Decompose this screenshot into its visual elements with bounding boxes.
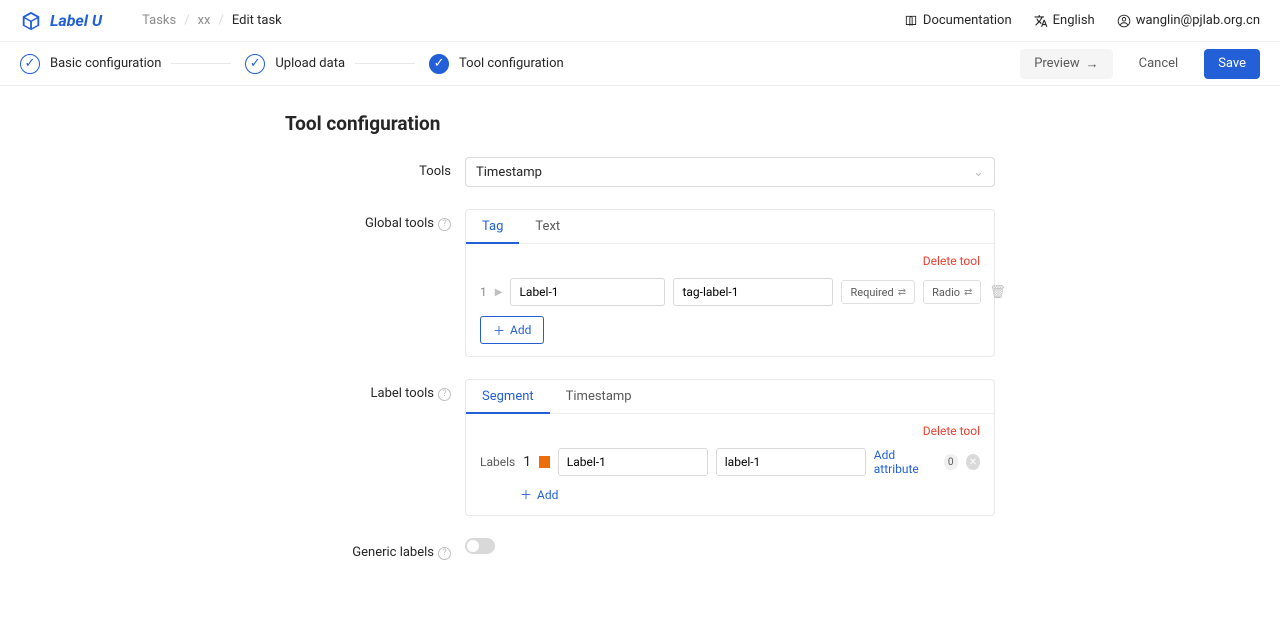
- page-title: Tool configuration: [285, 112, 1000, 135]
- tag-value-input[interactable]: [673, 278, 833, 306]
- crumb-tasks[interactable]: Tasks: [142, 13, 176, 28]
- delete-tool-link[interactable]: Delete tool: [466, 414, 994, 448]
- trash-icon[interactable]: 🗑: [989, 285, 1006, 300]
- save-button[interactable]: Save: [1204, 49, 1260, 79]
- book-icon: [904, 14, 918, 28]
- label-tools-panel: Segment Timestamp Delete tool Labels 1 A…: [465, 379, 995, 516]
- tab-tag[interactable]: Tag: [466, 210, 519, 244]
- crumb-task[interactable]: xx: [198, 13, 211, 28]
- docs-link[interactable]: Documentation: [904, 13, 1012, 28]
- required-toggle[interactable]: Required⇄: [841, 280, 915, 304]
- plus-icon: ＋: [520, 486, 532, 503]
- attr-count-badge: 0: [944, 454, 958, 470]
- global-tools-label: Global tools ?: [285, 209, 465, 239]
- delete-tool-link[interactable]: Delete tool: [466, 244, 994, 278]
- user-menu[interactable]: wanglin@pjlab.org.cn: [1117, 13, 1260, 28]
- tag-label-row: 1 ▶ Required⇄ Radio⇄ 🗑: [466, 278, 994, 316]
- label-name-input[interactable]: [558, 448, 708, 476]
- color-swatch[interactable]: [539, 456, 550, 468]
- language-switch[interactable]: English: [1034, 13, 1095, 28]
- check-icon: ✓: [20, 54, 40, 74]
- breadcrumb: Tasks / xx / Edit task: [142, 13, 282, 28]
- brand-logo[interactable]: Label U: [20, 10, 102, 32]
- check-icon: ✓: [429, 54, 449, 74]
- user-icon: [1117, 14, 1131, 28]
- help-icon[interactable]: ?: [438, 218, 451, 231]
- tab-segment[interactable]: Segment: [466, 380, 550, 414]
- cancel-button[interactable]: Cancel: [1125, 49, 1193, 79]
- radio-toggle[interactable]: Radio⇄: [923, 280, 981, 304]
- tab-text[interactable]: Text: [519, 210, 576, 243]
- plus-icon: ＋: [493, 322, 505, 339]
- help-icon[interactable]: ?: [438, 388, 451, 401]
- close-icon[interactable]: ✕: [966, 454, 980, 470]
- tab-timestamp[interactable]: Timestamp: [550, 380, 648, 413]
- labels-title: Labels: [480, 455, 515, 469]
- wizard-steps: ✓ Basic configuration ✓ Upload data ✓ To…: [20, 54, 564, 74]
- arrow-right-icon: →: [1086, 56, 1099, 72]
- label-tools-label: Label tools ?: [285, 379, 465, 409]
- step-tool-config[interactable]: ✓ Tool configuration: [429, 54, 564, 74]
- tools-label: Tools: [285, 157, 465, 187]
- tools-select[interactable]: Timestamp ⌄: [465, 157, 995, 187]
- chevron-right-icon[interactable]: ▶: [495, 287, 503, 298]
- preview-button[interactable]: Preview →: [1020, 49, 1112, 79]
- brand-text: Label U: [50, 11, 102, 30]
- tag-name-input[interactable]: [510, 278, 665, 306]
- help-icon[interactable]: ?: [438, 547, 451, 560]
- translate-icon: [1034, 14, 1048, 28]
- add-attribute-link[interactable]: Add attribute: [874, 448, 936, 476]
- crumb-current: Edit task: [232, 13, 282, 28]
- label-value-input[interactable]: [716, 448, 866, 476]
- generic-labels-label: Generic labels ?: [285, 538, 465, 568]
- check-icon: ✓: [245, 54, 265, 74]
- swap-icon: ⇄: [898, 287, 906, 298]
- step-upload[interactable]: ✓ Upload data: [245, 54, 415, 74]
- logo-icon: [20, 10, 42, 32]
- step-basic[interactable]: ✓ Basic configuration: [20, 54, 231, 74]
- chevron-down-icon: ⌄: [973, 165, 984, 180]
- add-label-link[interactable]: ＋ Add: [466, 482, 994, 515]
- swap-icon: ⇄: [964, 287, 972, 298]
- add-tag-button[interactable]: ＋ Add: [480, 316, 544, 344]
- global-tools-panel: Tag Text Delete tool 1 ▶ Required⇄ Radio…: [465, 209, 995, 357]
- generic-labels-toggle[interactable]: [465, 538, 495, 554]
